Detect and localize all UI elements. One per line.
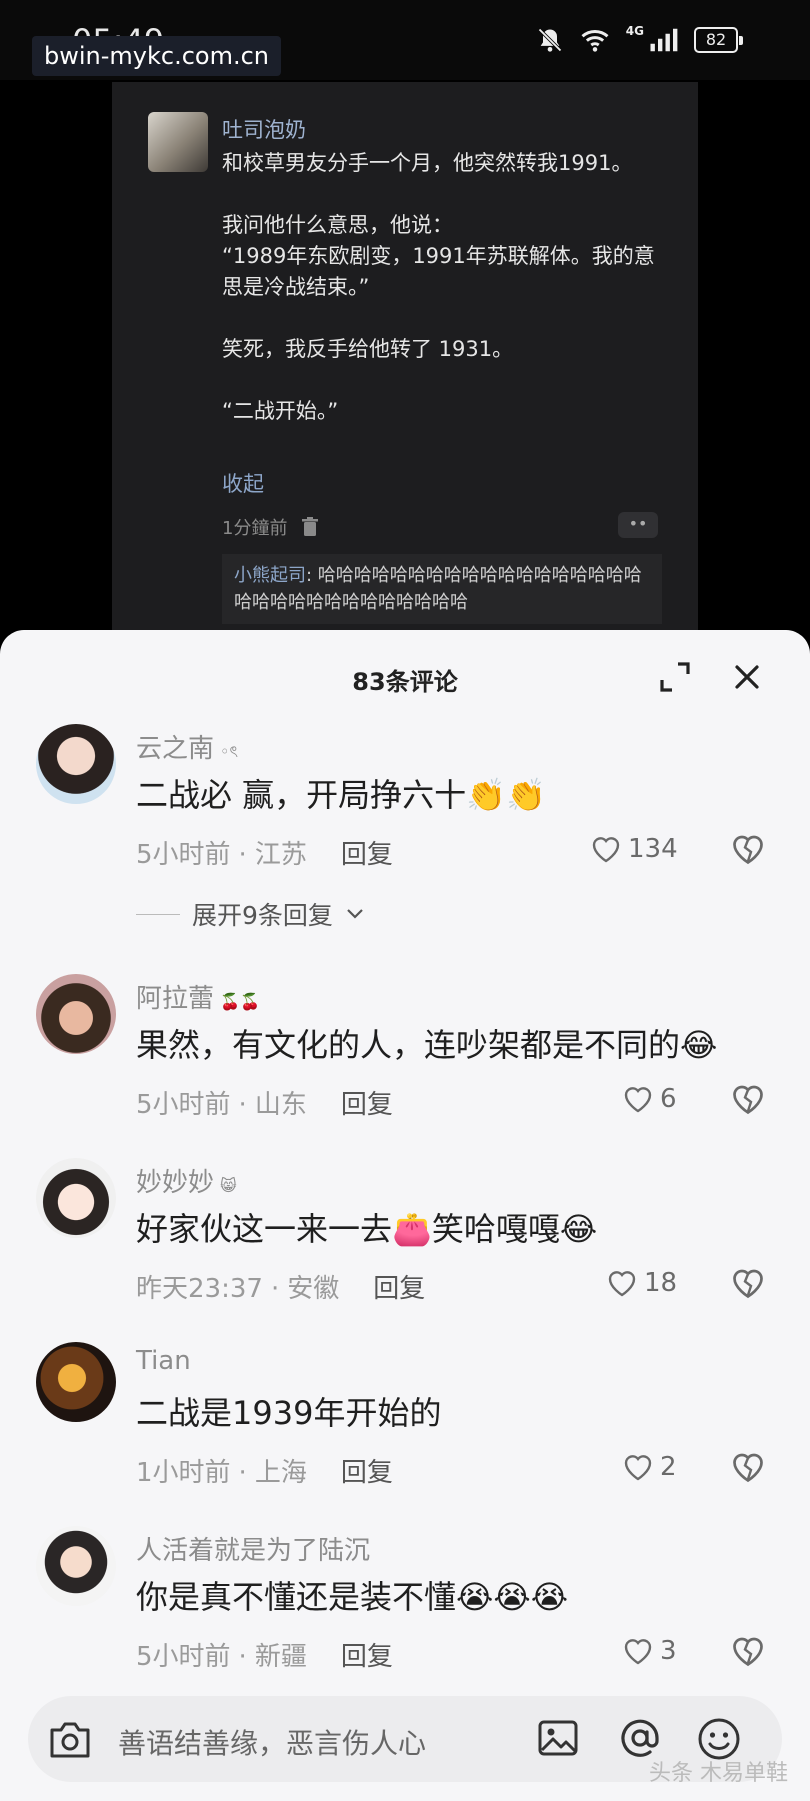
comment-time: 5小时前: [136, 1090, 231, 1120]
comment-time: 5小时前: [136, 840, 231, 870]
comment-time: 1小时前: [136, 1458, 231, 1488]
trash-icon[interactable]: [301, 517, 319, 537]
reply-button[interactable]: 回复: [341, 840, 393, 870]
source-watermark: 头条 木易单鞋: [649, 1761, 788, 1786]
like-count: 18: [644, 1268, 678, 1298]
reply-button[interactable]: 回复: [373, 1274, 425, 1304]
comment-meta: 1小时前 · 上海 回复: [136, 1458, 393, 1488]
post-paragraph: “二战开始。”: [222, 399, 339, 423]
dislike-icon[interactable]: [730, 1634, 766, 1668]
status-bar: 05:49 bwin-mykc.com.cn 4G 82: [0, 0, 810, 80]
avatar[interactable]: [36, 1526, 116, 1606]
reply-button[interactable]: 回复: [341, 1458, 393, 1488]
comment-input-placeholder[interactable]: 善语结善缘，恶言伤人心: [118, 1722, 426, 1762]
user-badge: ◦ৎ: [220, 742, 239, 761]
comment-text: 果然，有文化的人，连吵架都是不同的😂: [136, 1026, 718, 1064]
network-label: 4G: [625, 24, 644, 38]
like-count: 3: [660, 1636, 677, 1666]
comment-username[interactable]: 人活着就是为了陆沉: [136, 1530, 370, 1567]
comment-location: 山东: [254, 1090, 307, 1120]
comment-meta: 5小时前 · 新疆 回复: [136, 1642, 393, 1672]
image-icon[interactable]: [536, 1716, 580, 1760]
dislike-icon[interactable]: [730, 832, 766, 866]
heart-icon: [624, 1087, 652, 1113]
like-button[interactable]: 3: [622, 1634, 677, 1668]
comment-username[interactable]: 阿拉蕾 🍒🍒: [136, 978, 260, 1015]
comment-text: 二战必 赢，开局挣六十👏👏: [136, 776, 546, 814]
collapse-link[interactable]: 收起: [222, 468, 264, 498]
post-reply: 小熊起司: 哈哈哈哈哈哈哈哈哈哈哈哈哈哈哈哈哈哈哈哈哈哈哈哈哈哈哈哈哈哈哈: [222, 554, 662, 624]
comment-location: 安徽: [287, 1274, 340, 1304]
comment-username[interactable]: Tian: [136, 1346, 191, 1376]
heart-icon: [624, 1639, 652, 1665]
like-button[interactable]: 134: [590, 832, 678, 866]
camera-icon[interactable]: [48, 1718, 92, 1760]
avatar[interactable]: [36, 1158, 116, 1238]
status-icons: 4G 82: [536, 24, 743, 56]
battery-icon: 82: [694, 27, 743, 53]
user-badge: 🍒🍒: [220, 992, 260, 1011]
reply-button[interactable]: 回复: [341, 1090, 393, 1120]
comment-username[interactable]: 妙妙妙 😸: [136, 1162, 237, 1199]
post-body: 和校草男友分手一个月，他突然转我1991。 我问他什么意思，他说： “1989年…: [222, 148, 662, 427]
comment-text: 好家伙这一来一去👛笑哈嘎嘎😂: [136, 1210, 598, 1248]
wifi-icon: [581, 29, 609, 52]
post-paragraph: 笑死，我反手给他转了 1931。: [222, 337, 514, 361]
like-button[interactable]: 18: [606, 1266, 677, 1300]
heart-icon: [592, 837, 620, 863]
post-meta: 1分鐘前: [222, 514, 319, 540]
dislike-icon[interactable]: [730, 1450, 766, 1484]
post-paragraph: [222, 303, 662, 334]
dislike-icon[interactable]: [730, 1082, 766, 1116]
heart-icon: [608, 1271, 636, 1297]
post-paragraph: 我问他什么意思，他说：: [222, 213, 453, 237]
post-time: 1分鐘前: [222, 518, 288, 539]
comment-location: 上海: [254, 1458, 307, 1488]
like-button[interactable]: 2: [622, 1450, 677, 1484]
like-count: 2: [660, 1452, 677, 1482]
expand-replies-button[interactable]: 展开9条回复: [136, 896, 365, 932]
close-icon[interactable]: [730, 660, 764, 694]
comment-text: 你是真不懂还是装不懂😭😭😭: [136, 1578, 569, 1616]
dislike-icon[interactable]: [730, 1266, 766, 1300]
comment-meta: 昨天23:37 · 安徽 回复: [136, 1274, 426, 1304]
reply-username[interactable]: 小熊起司: [234, 565, 306, 586]
reply-button[interactable]: 回复: [341, 1642, 393, 1672]
post-paragraph: 和校草男友分手一个月，他突然转我1991。: [222, 151, 633, 175]
comment-time: 5小时前: [136, 1642, 231, 1672]
like-button[interactable]: 6: [622, 1082, 677, 1116]
post-screenshot: 吐司泡奶 和校草男友分手一个月，他突然转我1991。 我问他什么意思，他说： “…: [112, 82, 698, 642]
poster-name: 吐司泡奶: [222, 118, 306, 142]
comments-sheet: 83条评论 云之南 ◦ৎ 二战必 赢，开局挣六十👏👏 5小时前 · 江苏 回复 134 …: [0, 630, 810, 1801]
comment-username[interactable]: 云之南 ◦ৎ: [136, 728, 238, 766]
mute-bell-icon: [538, 28, 562, 52]
more-button[interactable]: ••: [618, 512, 658, 538]
post-paragraph: [222, 179, 662, 210]
post-paragraph: [222, 365, 662, 396]
heart-icon: [624, 1455, 652, 1481]
like-count: 6: [660, 1084, 677, 1114]
signal-icon: [650, 28, 678, 52]
expand-icon[interactable]: [658, 660, 692, 694]
avatar[interactable]: [36, 974, 116, 1054]
comment-meta: 5小时前 · 江苏 回复: [136, 840, 393, 870]
comment-text: 二战是1939年开始的: [136, 1394, 442, 1432]
comment-meta: 5小时前 · 山东 回复: [136, 1090, 393, 1120]
post-paragraph: “1989年东欧剧变，1991年苏联解体。我的意思是冷战结束。”: [222, 244, 655, 299]
chevron-down-icon: [347, 909, 363, 919]
comment-location: 新疆: [254, 1642, 307, 1672]
mention-icon[interactable]: [618, 1716, 662, 1760]
avatar[interactable]: [36, 1342, 116, 1422]
user-badge: 😸: [220, 1176, 237, 1195]
comment-time: 昨天23:37: [136, 1274, 263, 1304]
comment-location: 江苏: [254, 840, 307, 870]
url-watermark: bwin-mykc.com.cn: [32, 36, 281, 76]
like-count: 134: [628, 834, 678, 864]
poster-avatar: [148, 112, 208, 172]
avatar[interactable]: [36, 724, 116, 804]
